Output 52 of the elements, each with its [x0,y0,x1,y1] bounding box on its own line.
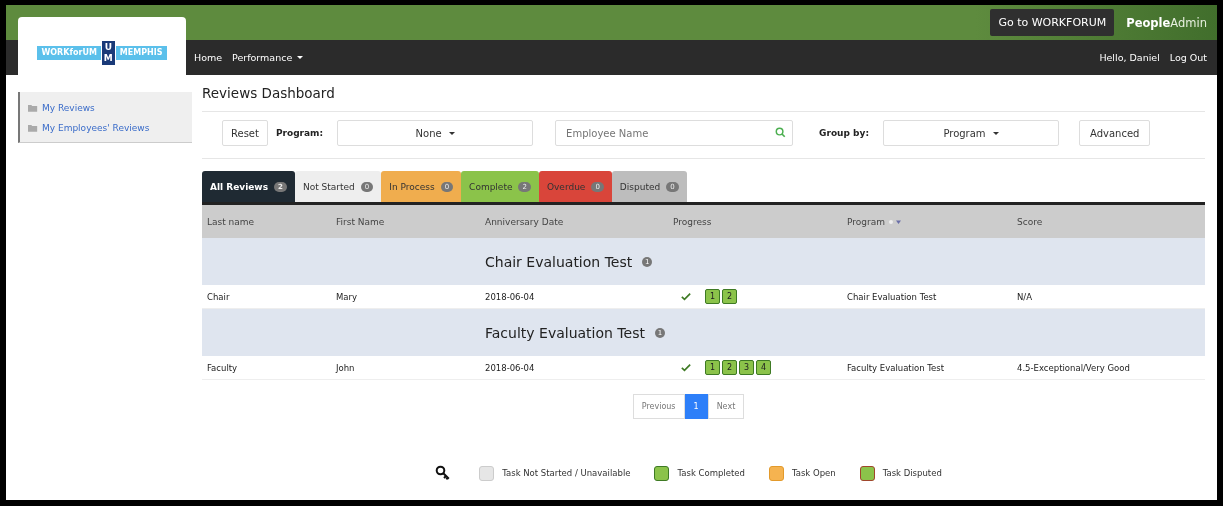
nav-link[interactable]: Home [194,52,223,63]
workforum-button[interactable]: Go to WORKFORUM [990,9,1115,36]
legend-label: Task Open [791,468,836,478]
folder-icon [28,104,38,112]
table-cell-text: 4.5-Exceptional/Very Good [1017,362,1131,373]
task-badge[interactable]: 4 [756,360,771,375]
table-cell-text: Chair Evaluation Test [847,291,938,302]
previous-button[interactable]: Previous [632,394,685,419]
reset-button[interactable]: Reset [222,120,268,146]
group-title: Faculty Evaluation Test [485,324,645,341]
task-badge[interactable]: 3 [739,360,754,375]
table-cell-text: Faculty [206,362,239,373]
column-header[interactable]: Score [1017,216,1205,227]
group-by-label: Group by: [819,128,869,138]
column-header[interactable]: First Name [336,216,485,227]
column-header[interactable]: Last name [202,216,336,227]
column-header[interactable]: Program [847,216,1017,227]
search-field[interactable]: Employee Name [555,120,794,146]
task-badge[interactable]: 1 [705,289,720,304]
next-button[interactable]: Next [707,394,745,419]
logout-link[interactable]: Log Out [1169,52,1207,63]
table-cell-text: Faculty Evaluation Test [847,362,946,373]
legend-label: Task Not Started / Unavailable [502,468,631,478]
group-by-dropdown[interactable]: Program [883,120,1059,146]
search-icon [775,127,787,138]
legend-label: Task Completed [677,468,745,478]
key-icon [435,465,452,481]
nav-link[interactable]: Performance [232,52,304,63]
column-header[interactable]: Anniversary Date [485,216,673,227]
advanced-button[interactable]: Advanced [1079,120,1151,146]
page-button[interactable]: 1 [684,394,708,419]
table-cell-text: Chair [206,291,231,302]
table-cell-text: John [336,362,356,373]
greeting: Hello, Daniel [1099,52,1160,63]
folder-icon [28,124,38,132]
table-cell-text: 2018-06-04 [485,362,536,373]
program-label: Program: [275,128,324,138]
group-title: Chair Evaluation Test [485,253,633,270]
task-badge[interactable]: 2 [722,289,737,304]
sort-icon [888,218,902,225]
brand-logo: PeopleAdmin [1126,15,1207,30]
table-cell-text: N/A [1017,291,1034,302]
column-header[interactable]: Progress [673,216,847,227]
sidebar-item[interactable]: My Reviews [28,98,192,118]
program-dropdown[interactable]: None [337,120,534,146]
sidebar-item[interactable]: My Employees' Reviews [28,118,192,138]
page-title: Reviews Dashboard [202,85,1205,112]
table-cell-text: 2018-06-04 [485,291,536,302]
task-badge[interactable]: 2 [722,360,737,375]
table-cell-text: Mary [336,291,359,302]
legend-label: Task Disputed [882,468,942,478]
task-badge[interactable]: 1 [705,360,720,375]
